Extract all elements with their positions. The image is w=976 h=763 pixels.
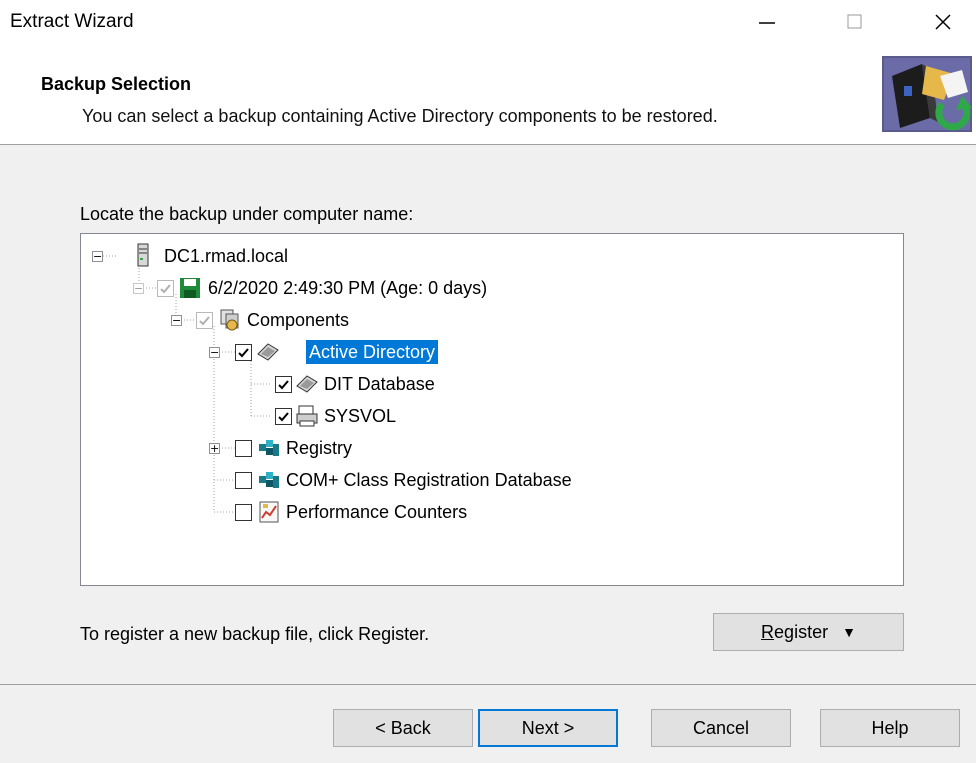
tree-item-label[interactable]: 6/2/2020 2:49:30 PM (Age: 0 days) [205, 276, 490, 300]
database-icon [296, 375, 318, 393]
directory-icon [257, 343, 279, 361]
register-button-label: egister [774, 621, 829, 642]
checkmark-icon [238, 348, 249, 358]
tree-item-label[interactable]: DC1.rmad.local [161, 244, 291, 268]
window-title: Extract Wizard [10, 11, 134, 32]
page-subtitle: You can select a backup containing Activ… [82, 106, 718, 126]
tree-checkbox[interactable] [235, 472, 252, 489]
register-hint: To register a new backup file, click Reg… [80, 624, 430, 644]
close-icon [935, 14, 951, 30]
tree-checkbox[interactable] [196, 312, 213, 329]
sysvol-icon [296, 405, 318, 427]
server-icon [137, 243, 149, 267]
checkmark-icon [199, 316, 210, 326]
register-button[interactable]: Register ▼ [713, 613, 904, 651]
next-button[interactable]: Next > [478, 709, 618, 747]
registry-icon [259, 440, 279, 456]
register-button-mnemonic: R [761, 621, 775, 642]
tree-item-label[interactable]: Active Directory [306, 340, 439, 364]
help-button[interactable]: Help [820, 709, 960, 747]
checkmark-icon [160, 284, 171, 294]
tree-item-label[interactable]: SYSVOL [321, 404, 399, 428]
backup-restore-icon [882, 56, 972, 132]
components-icon [220, 309, 239, 331]
backup-tree[interactable]: − DC1.rmad.local − 6/2/2020 2:49:30 PM (… [80, 233, 904, 586]
title-bar: Extract Wizard [0, 0, 976, 44]
tree-expander[interactable]: − [133, 283, 144, 294]
close-button[interactable] [918, 0, 968, 44]
locate-backup-label: Locate the backup under computer name: [80, 204, 414, 224]
tree-checkbox[interactable] [275, 376, 292, 393]
tree-checkbox[interactable] [235, 344, 252, 361]
tree-checkbox[interactable] [275, 408, 292, 425]
dropdown-arrow-icon: ▼ [842, 624, 856, 640]
tree-checkbox[interactable] [157, 280, 174, 297]
back-button[interactable]: < Back [333, 709, 473, 747]
tree-item-label[interactable]: Components [244, 308, 352, 332]
save-disk-icon [180, 278, 200, 298]
minimize-icon [759, 22, 775, 24]
tree-checkbox[interactable] [235, 504, 252, 521]
footer-separator [0, 684, 976, 685]
tree-expander[interactable]: − [92, 251, 103, 262]
minimize-button[interactable] [742, 0, 792, 44]
tree-item-label[interactable]: COM+ Class Registration Database [283, 468, 575, 492]
maximize-icon [847, 14, 862, 29]
checkmark-icon [278, 380, 289, 390]
cancel-button[interactable]: Cancel [651, 709, 791, 747]
tree-expander[interactable]: + [209, 443, 220, 454]
tree-checkbox[interactable] [235, 440, 252, 457]
wizard-header: Backup Selection You can select a backup… [0, 44, 976, 145]
checkmark-icon [278, 412, 289, 422]
maximize-button[interactable] [830, 0, 880, 44]
tree-expander[interactable]: − [209, 347, 220, 358]
performance-icon [259, 501, 279, 523]
tree-expander[interactable]: − [171, 315, 182, 326]
tree-item-label[interactable]: DIT Database [321, 372, 438, 396]
page-title: Backup Selection [41, 74, 192, 94]
com-registry-icon [259, 472, 279, 488]
tree-item-label[interactable]: Registry [283, 436, 355, 460]
tree-item-label[interactable]: Performance Counters [283, 500, 470, 524]
